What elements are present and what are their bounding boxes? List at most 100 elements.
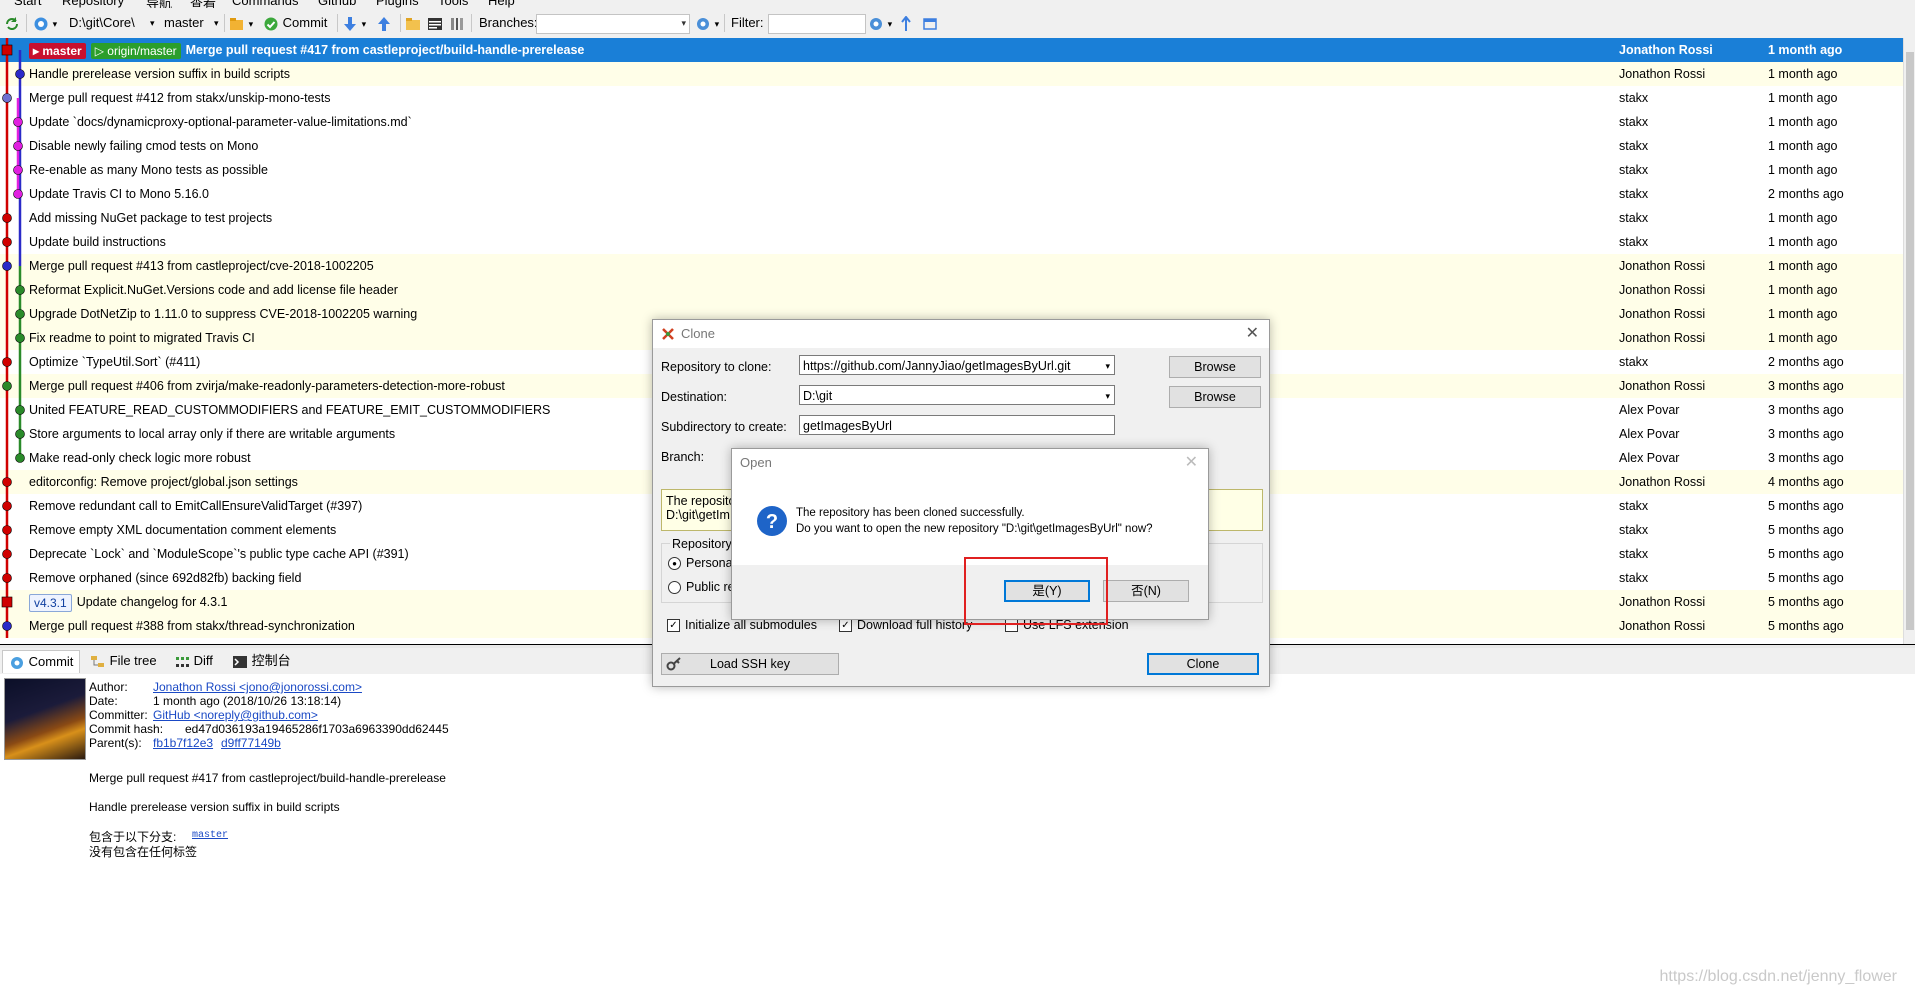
author-link[interactable]: Jonathon Rossi <jono@jonorossi.com> <box>153 680 362 694</box>
highlight-icon[interactable] <box>898 13 914 33</box>
commit-date: 1 month ago <box>1768 139 1838 153</box>
filter-options-icon[interactable]: ▾ <box>868 13 892 33</box>
commit-date: 3 months ago <box>1768 403 1844 417</box>
download-history-label: Download full history <box>857 618 973 632</box>
parent-link[interactable]: d9ff77149b <box>221 736 281 750</box>
commit-message: editorconfig: Remove project/global.json… <box>29 470 298 494</box>
menu-tools[interactable]: Tools <box>438 0 468 8</box>
menu-view[interactable]: 查看 <box>190 0 216 8</box>
close-icon[interactable]: ✕ <box>1185 452 1198 472</box>
graph-node <box>2 357 12 367</box>
terminal-icon[interactable] <box>427 13 443 33</box>
clone-button[interactable]: Clone <box>1147 653 1259 675</box>
menu-repository[interactable]: Repository <box>62 0 124 8</box>
menu-help[interactable]: Help <box>488 0 515 8</box>
download-history-checkbox[interactable]: ✓ Download full history <box>839 618 973 633</box>
refresh-icon[interactable] <box>4 13 20 33</box>
committer-link[interactable]: GitHub <noreply@github.com> <box>153 708 318 722</box>
commit-message-text: Update build instructions <box>29 235 166 249</box>
branch-link[interactable]: master <box>192 830 228 841</box>
branch-badge[interactable]: ▷ origin/master <box>90 42 181 59</box>
commit-author: Jonathon Rossi <box>1619 259 1706 273</box>
tag-badge[interactable]: v4.3.1 <box>29 593 72 612</box>
commit-row[interactable]: Update Travis CI to Mono 5.16.0 stakx 2 mo… <box>0 182 1903 206</box>
commit-row[interactable]: Merge pull request #413 from castleproje… <box>0 254 1903 278</box>
public-radio[interactable]: Public re <box>668 580 735 595</box>
folder-open-icon[interactable]: ▾ <box>229 13 253 33</box>
commit-row[interactable]: Merge pull request #412 from stakx/unski… <box>0 86 1903 110</box>
menu-github[interactable]: Github <box>318 0 356 8</box>
window-icon[interactable] <box>922 13 938 33</box>
commit-message: Merge pull request #412 from stakx/unski… <box>29 86 331 110</box>
repo-url-combo[interactable]: https://github.com/JannyJiao/getImagesBy… <box>799 355 1115 375</box>
personal-radio[interactable]: ● Personal <box>668 556 735 571</box>
repo-icon[interactable]: ▾ <box>33 13 57 33</box>
chevron-down-icon[interactable]: ▾ <box>214 13 219 33</box>
branch-selector[interactable]: master <box>164 13 204 33</box>
chevron-down-icon[interactable]: ▾ <box>150 13 155 33</box>
load-ssh-key-button[interactable]: Load SSH key <box>661 653 839 675</box>
commit-row[interactable]: Update build instructions stakx 1 month ag… <box>0 230 1903 254</box>
pull-icon[interactable]: ▾ <box>342 13 366 33</box>
commit-message: Update build instructions <box>29 230 166 254</box>
commit-message-text: Update changelog for 4.3.1 <box>76 595 228 609</box>
browse-destination-button[interactable]: Browse <box>1169 386 1261 408</box>
repo-url-value: https://github.com/JannyJiao/getImagesBy… <box>803 359 1071 373</box>
commit-message: Fix readme to point to migrated Travis C… <box>29 326 255 350</box>
chevron-down-icon: ▾ <box>1105 391 1110 401</box>
commit-author: stakx <box>1619 499 1649 513</box>
commit-message: Update `docs/dynamicproxy-optional-param… <box>29 110 412 134</box>
commit-author: Jonathon Rossi <box>1619 379 1706 393</box>
settings-tools-icon[interactable] <box>449 13 465 33</box>
push-icon[interactable] <box>376 13 392 33</box>
tab-file-tree[interactable]: File tree <box>84 650 163 672</box>
no-button[interactable]: 否(N) <box>1103 580 1189 602</box>
commit-row[interactable]: Re-enable as many Mono tests as possible… <box>0 158 1903 182</box>
commit-row[interactable]: ▸ master ▷ origin/master Merge pull reques… <box>0 38 1903 62</box>
tab-console-label: 控制台 <box>251 653 291 668</box>
file-tree-icon <box>91 655 104 667</box>
commit-list-scrollbar[interactable] <box>1903 38 1915 644</box>
close-icon[interactable]: ✕ <box>1246 323 1259 343</box>
commit-row[interactable]: Add missing NuGet package to test projec… <box>0 206 1903 230</box>
branches-filter-combo[interactable]: ▾ <box>536 14 690 34</box>
open-dialog-message: The repository has been cloned successfu… <box>796 507 1025 519</box>
browse-repo-button[interactable]: Browse <box>1169 356 1261 378</box>
commit-message: Merge pull request #406 from zvirja/make… <box>29 374 505 398</box>
commit-row[interactable]: Handle prerelease version suffix in buil… <box>0 62 1903 86</box>
menu-start[interactable]: Start <box>14 0 41 8</box>
destination-value: D:\git <box>803 389 833 403</box>
menu-commands[interactable]: Commands <box>232 0 298 8</box>
commit-message-text: Handle prerelease version suffix in buil… <box>29 67 291 81</box>
commit-message: Upgrade DotNetZip to 1.11.0 to suppress … <box>29 302 417 326</box>
commit-row[interactable]: Disable newly failing cmod tests on Mono… <box>0 134 1903 158</box>
repo-path[interactable]: D:\git\Core\ <box>69 13 135 33</box>
commit-date: 5 months ago <box>1768 571 1844 585</box>
subdirectory-input[interactable]: getImagesByUrl <box>799 415 1115 435</box>
commit-author: stakx <box>1619 139 1649 153</box>
destination-combo[interactable]: D:\git ▾ <box>799 385 1115 405</box>
gear-icon[interactable]: ▾ <box>695 13 719 33</box>
commit-row[interactable]: Update `docs/dynamicproxy-optional-param… <box>0 110 1903 134</box>
init-submodules-checkbox[interactable]: ✓ Initialize all submodules <box>667 618 817 633</box>
branch-badge[interactable]: ▸ master <box>29 42 86 59</box>
parent-link[interactable]: fb1b7f12e3 <box>153 736 213 750</box>
tab-diff[interactable]: Diff <box>168 650 219 672</box>
menu-plugins[interactable]: Plugins <box>376 0 419 8</box>
commit-author: Jonathon Rossi <box>1619 595 1706 609</box>
clone-app-icon <box>662 328 674 340</box>
folder-icon[interactable] <box>405 13 421 33</box>
tab-console[interactable]: 控制台 <box>226 650 297 672</box>
filter-input[interactable] <box>768 14 866 34</box>
commit-row[interactable]: Reformat Explicit.NuGet.Versions code an… <box>0 278 1903 302</box>
tab-commit[interactable]: Commit <box>2 650 81 673</box>
commit-message-text: editorconfig: Remove project/global.json… <box>29 475 298 489</box>
chevron-down-icon: ▾ <box>1105 361 1110 371</box>
graph-node <box>2 261 12 271</box>
commit-button[interactable]: Commit <box>263 13 327 33</box>
committer-label: Committer: <box>89 708 148 722</box>
menu-navigate[interactable]: 导航 <box>146 0 172 8</box>
commit-message: Re-enable as many Mono tests as possible <box>29 158 268 182</box>
open-dialog-question: Do you want to open the new repository "… <box>796 523 1153 535</box>
tags-text: 没有包含在任何标签 <box>89 845 198 859</box>
